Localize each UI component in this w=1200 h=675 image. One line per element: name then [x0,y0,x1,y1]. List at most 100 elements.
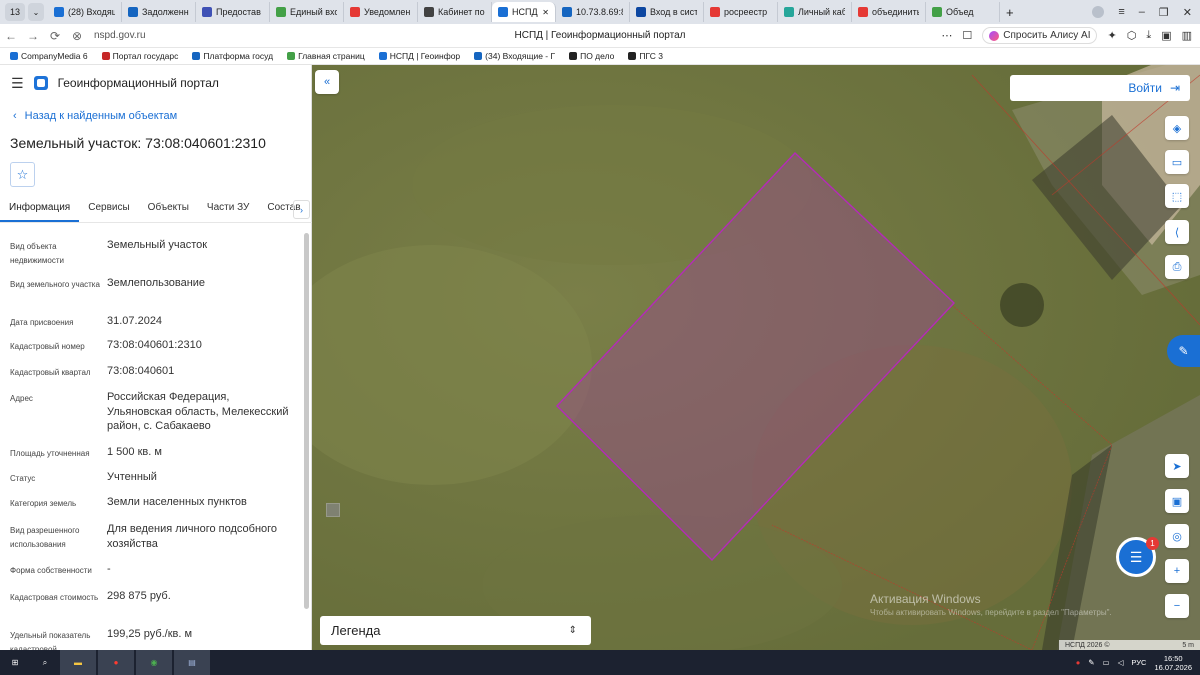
sidebar-toggle-icon[interactable]: ▥ [1182,29,1192,42]
app-icon[interactable]: ▤ [174,650,210,675]
map-view[interactable]: « Войти ⇥ ◈ ▭ ⬚ ⟨ ⎙ ✎ ➤ ▣ ◎ + − ☰ 1 Леге… [312,65,1200,650]
favorite-star-button[interactable]: ☆ [10,162,35,187]
tab-objects[interactable]: Объекты [139,197,198,222]
bookmark-item[interactable]: НСПД | Геоинфор [378,51,460,61]
back-to-results-link[interactable]: ‹ Назад к найденным объектам [13,110,177,122]
downloads-icon[interactable]: ⤓ [1146,29,1151,42]
bookmark-item[interactable]: Портал государс [101,51,178,61]
tab-list-chevron-icon[interactable]: ⌄ [28,3,44,21]
tab-favicon-icon [128,7,138,17]
search-icon[interactable]: ⌕ [30,650,60,675]
tray-volume-icon[interactable]: ◁ [1118,658,1124,667]
info-value: 199,25 руб./кв. м [107,628,193,640]
tab-label: НСПД | Г [512,7,538,17]
info-label: Кадастровый номер [10,342,85,351]
info-panel: ☰ Геоинформационный портал ‹ Назад к най… [0,65,312,654]
tab-label: объединить [872,7,919,17]
tab-favicon-icon [710,7,720,17]
ruler-icon: ▭ [1171,156,1183,169]
collapse-panel-button[interactable]: « [315,70,339,94]
back-arrow-icon[interactable]: ← [0,29,22,43]
clock[interactable]: 16:50 16.07.2026 [1154,654,1192,672]
bookmark-item[interactable]: ПО дело [569,51,614,61]
browser-tab[interactable]: (28) Входящ [48,2,122,22]
side-helper-button[interactable]: ✎ [1167,335,1200,367]
forward-arrow-icon[interactable]: → [22,29,44,43]
tray-network-icon[interactable]: ▭ [1103,658,1110,667]
panel-scrollbar[interactable] [304,233,309,609]
bookmark-favicon-icon [569,52,578,60]
tab-label: Объед [946,7,974,17]
file-explorer-icon[interactable]: ▬ [60,650,96,675]
tab-label: Кабинет по [438,7,485,17]
tab-label: Единый вход [290,7,337,17]
maximize-icon[interactable]: ❐ [1159,6,1169,19]
browser-tab[interactable]: объединить [852,2,926,22]
bookmark-item[interactable]: Платформа госуд [192,51,273,61]
browser-tab[interactable]: Вход в систе [630,2,704,22]
windows-activation-text: Чтобы активировать Windows, перейдите в … [870,608,1112,617]
tray-pen-icon[interactable]: ✎ [1088,658,1094,667]
bookmark-item[interactable]: CompanyMedia 6 [10,51,88,61]
browser-tab[interactable]: росреестр [704,2,778,22]
minimap-button[interactable]: ▣ [1165,489,1189,513]
browser-tab[interactable]: Единый вход [270,2,344,22]
close-icon[interactable]: ✕ [1183,6,1192,19]
select-area-button[interactable]: ⬚ [1165,184,1189,208]
tray-record-icon[interactable]: ● [1076,658,1081,667]
tab-close-icon[interactable]: ✕ [542,8,549,17]
puzzle-icon[interactable]: ⬡ [1127,29,1137,42]
bookmark-label: ПО дело [580,51,615,61]
info-value: 73:08:040601 [107,365,175,377]
tab-information[interactable]: Информация [0,197,80,222]
windows-activation-title: Активация Windows [870,592,981,606]
profile-avatar[interactable] [1092,6,1105,18]
more-dots-icon[interactable]: ⋯ [941,29,952,42]
browser-tab[interactable]: Уведомлен [344,2,418,22]
url-field[interactable]: nspd.gov.ru [94,30,146,41]
bookmark-item[interactable]: (34) Входящие - Г [474,51,555,61]
info-label: Кадастровый квартал [10,368,91,377]
tabs-next-chevron-icon[interactable]: › [293,200,310,219]
tab-count-button[interactable]: 13 [5,3,25,21]
notification-icon[interactable]: ▣ [1161,29,1171,42]
login-button[interactable]: Войти ⇥ [1010,75,1190,101]
browser-tab[interactable]: Предостав [196,2,270,22]
browser-tab[interactable]: 10.73.8.69:8 [556,2,630,22]
share-button[interactable]: ⟨ [1165,220,1189,244]
ruler-button[interactable]: ▭ [1165,150,1189,174]
browser-tab[interactable]: Кабинет по [418,2,492,22]
chrome-icon[interactable]: ◉ [136,650,172,675]
browser-tab[interactable]: Объед [926,2,1000,22]
bookmark-icon[interactable]: ☐ [962,29,972,42]
reload-icon[interactable]: ⟳ [44,29,66,43]
windows-start-icon[interactable]: ⊞ [0,650,30,675]
browser-tab[interactable]: НСПД | Г ✕ [492,2,556,22]
yandex-browser-icon[interactable]: ● [98,650,134,675]
plus-icon: + [1173,565,1181,577]
hamburger-menu-icon[interactable]: ☰ [11,75,24,92]
shield-icon[interactable]: ⊗ [66,29,88,43]
tab-parts[interactable]: Части ЗУ [198,197,258,222]
geolocation-button[interactable]: ◎ [1165,524,1189,548]
minimize-icon[interactable]: – [1139,6,1145,18]
legend-dropdown[interactable]: Легенда ⇕ [320,616,591,645]
keyboard-lang[interactable]: РУС [1131,658,1146,667]
info-label: Вид разрешенного использования [10,526,80,549]
tab-services[interactable]: Сервисы [79,197,138,222]
zoom-in-button[interactable]: + [1165,559,1189,583]
alisa-button[interactable]: Спросить Алису AI [982,27,1098,44]
new-tab-plus-icon[interactable]: + [1006,5,1014,20]
tab-label: Задолженно [142,7,189,17]
bookmark-item[interactable]: Главная страниц [287,51,365,61]
locate-button[interactable]: ➤ [1165,454,1189,478]
double-chevron-left-icon: « [323,76,331,88]
menu-icon[interactable]: ≡ [1118,6,1124,18]
browser-tab[interactable]: Задолженно [122,2,196,22]
layers-button[interactable]: ◈ [1165,116,1189,140]
bookmark-item[interactable]: ПГС 3 [628,51,663,61]
print-button[interactable]: ⎙ [1165,255,1189,279]
browser-tab[interactable]: Личный каб [778,2,852,22]
zoom-out-button[interactable]: − [1165,594,1189,618]
extension-icon[interactable]: ✦ [1107,29,1116,42]
